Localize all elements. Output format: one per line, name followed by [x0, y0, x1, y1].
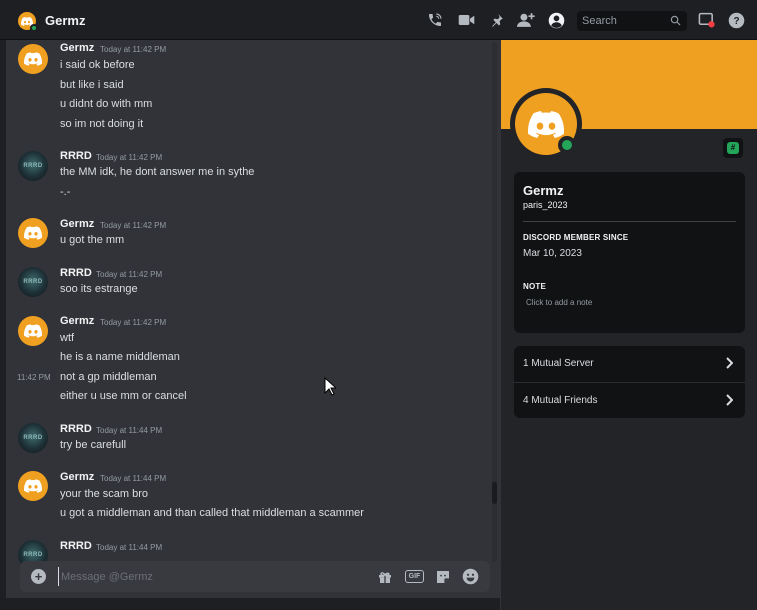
message-text: soo its estrange	[60, 283, 138, 295]
message-author[interactable]: Germz	[60, 315, 94, 327]
avatar[interactable]	[18, 44, 48, 74]
message-author[interactable]: RRRD	[60, 540, 92, 552]
message-author[interactable]: Germz	[60, 42, 94, 54]
gif-button[interactable]: GIF	[405, 570, 424, 583]
discord-logo-icon	[24, 226, 42, 240]
inbox-icon[interactable]	[697, 11, 715, 29]
message-composer: + GIF	[20, 561, 490, 592]
sticker-icon[interactable]	[434, 568, 451, 585]
voice-call-icon[interactable]	[426, 11, 444, 29]
mutual-servers-label: 1 Mutual Server	[523, 358, 594, 369]
profile-online-status	[558, 136, 576, 154]
search-icon	[670, 15, 681, 26]
help-icon[interactable]: ?	[727, 11, 745, 29]
message-text: your the scam bro	[60, 488, 149, 500]
message-author[interactable]: Germz	[60, 471, 94, 483]
avatar-text: RRRD	[23, 279, 43, 285]
message-timestamp: Today at 11:42 PM	[96, 270, 163, 279]
message-text: u got a middleman and than called that m…	[60, 507, 364, 519]
message-author[interactable]: RRRD	[60, 267, 92, 279]
profile-display-name: Germz	[523, 183, 564, 198]
user-profile-panel: # Germz paris_2023 DISCORD MEMBER SINCE …	[501, 40, 757, 610]
header-avatar	[18, 12, 38, 32]
discord-logo-icon	[24, 324, 42, 338]
message-timestamp: Today at 11:42 PM	[100, 45, 167, 54]
emoji-icon[interactable]	[462, 568, 479, 585]
dm-title: Germz	[45, 13, 86, 28]
avatar-text: RRRD	[23, 552, 43, 558]
avatar-text: RRRD	[23, 435, 43, 441]
message-timestamp: Today at 11:44 PM	[100, 474, 167, 483]
avatar[interactable]: RRRD	[18, 151, 48, 181]
message-text: not a gp middleman	[60, 371, 157, 383]
message-timestamp: Today at 11:42 PM	[96, 153, 163, 162]
note-heading: NOTE	[523, 282, 547, 291]
message-text: i said ok before	[60, 59, 135, 71]
search-input[interactable]: Search	[577, 11, 687, 31]
avatar-text: RRRD	[23, 163, 43, 169]
online-status-dot	[30, 24, 38, 32]
message-text: wtf	[60, 332, 75, 344]
message-text: so im not doing it	[60, 118, 144, 130]
message-timestamp: Today at 11:44 PM	[96, 426, 163, 435]
message-list: Germz Today at 11:42 PM i said ok before…	[6, 40, 500, 570]
message-timestamp: Today at 11:42 PM	[100, 221, 167, 230]
message-text: either u use mm or cancel	[60, 390, 187, 402]
add-friends-to-dm-icon[interactable]	[517, 11, 535, 29]
message-text: try be carefull	[60, 439, 127, 451]
avatar[interactable]	[18, 218, 48, 248]
mouse-cursor-icon	[324, 377, 336, 396]
message-timestamp: Today at 11:42 PM	[100, 318, 167, 327]
member-since-date: Mar 10, 2023	[523, 248, 582, 259]
note-input[interactable]: Click to add a note	[526, 298, 592, 307]
search-placeholder: Search	[582, 15, 617, 27]
discord-logo-icon	[24, 52, 42, 66]
message-input[interactable]	[58, 567, 358, 586]
top-bar: Germz Search ?	[0, 0, 757, 40]
message-author[interactable]: RRRD	[60, 150, 92, 162]
message-text: -.-	[60, 186, 71, 198]
message-text: but like i said	[60, 79, 124, 91]
discord-logo-icon	[528, 110, 564, 138]
pinned-messages-icon[interactable]	[487, 11, 505, 29]
chevron-right-icon	[726, 357, 733, 369]
profile-badge[interactable]: #	[723, 138, 743, 158]
gift-icon[interactable]	[376, 568, 393, 585]
avatar[interactable]: RRRD	[18, 423, 48, 453]
user-profile-toggle-icon[interactable]	[547, 11, 565, 29]
hover-timestamp: 11:42 PM	[17, 373, 51, 382]
profile-info-card: Germz paris_2023 DISCORD MEMBER SINCE Ma…	[514, 172, 745, 333]
avatar[interactable]: RRRD	[18, 267, 48, 297]
mutual-servers-row[interactable]: 1 Mutual Server	[514, 346, 745, 382]
message-timestamp: Today at 11:44 PM	[96, 543, 163, 552]
message-text: the MM idk, he dont answer me in sythe	[60, 166, 255, 178]
message-text: he is a name middleman	[60, 351, 180, 363]
mutual-friends-row[interactable]: 4 Mutual Friends	[514, 383, 745, 419]
bottom-strip	[0, 598, 500, 610]
profile-username: paris_2023	[523, 200, 568, 210]
svg-text:?: ?	[733, 16, 739, 27]
member-since-heading: DISCORD MEMBER SINCE	[523, 233, 629, 242]
chevron-right-icon	[726, 394, 733, 406]
mutual-friends-label: 4 Mutual Friends	[523, 395, 598, 406]
avatar[interactable]	[18, 316, 48, 346]
chat-scrollbar-thumb[interactable]	[492, 482, 497, 504]
mutuals-section: 1 Mutual Server 4 Mutual Friends	[514, 346, 745, 418]
video-call-icon[interactable]	[457, 11, 475, 29]
hashtag-badge-icon: #	[727, 142, 739, 154]
message-author[interactable]: RRRD	[60, 423, 92, 435]
message-text: u didnt do with mm	[60, 98, 153, 110]
divider	[523, 221, 736, 222]
discord-logo-icon	[24, 479, 42, 493]
upload-plus-button[interactable]: +	[31, 569, 46, 584]
message-text: u got the mm	[60, 234, 125, 246]
avatar[interactable]	[18, 471, 48, 501]
message-author[interactable]: Germz	[60, 218, 94, 230]
